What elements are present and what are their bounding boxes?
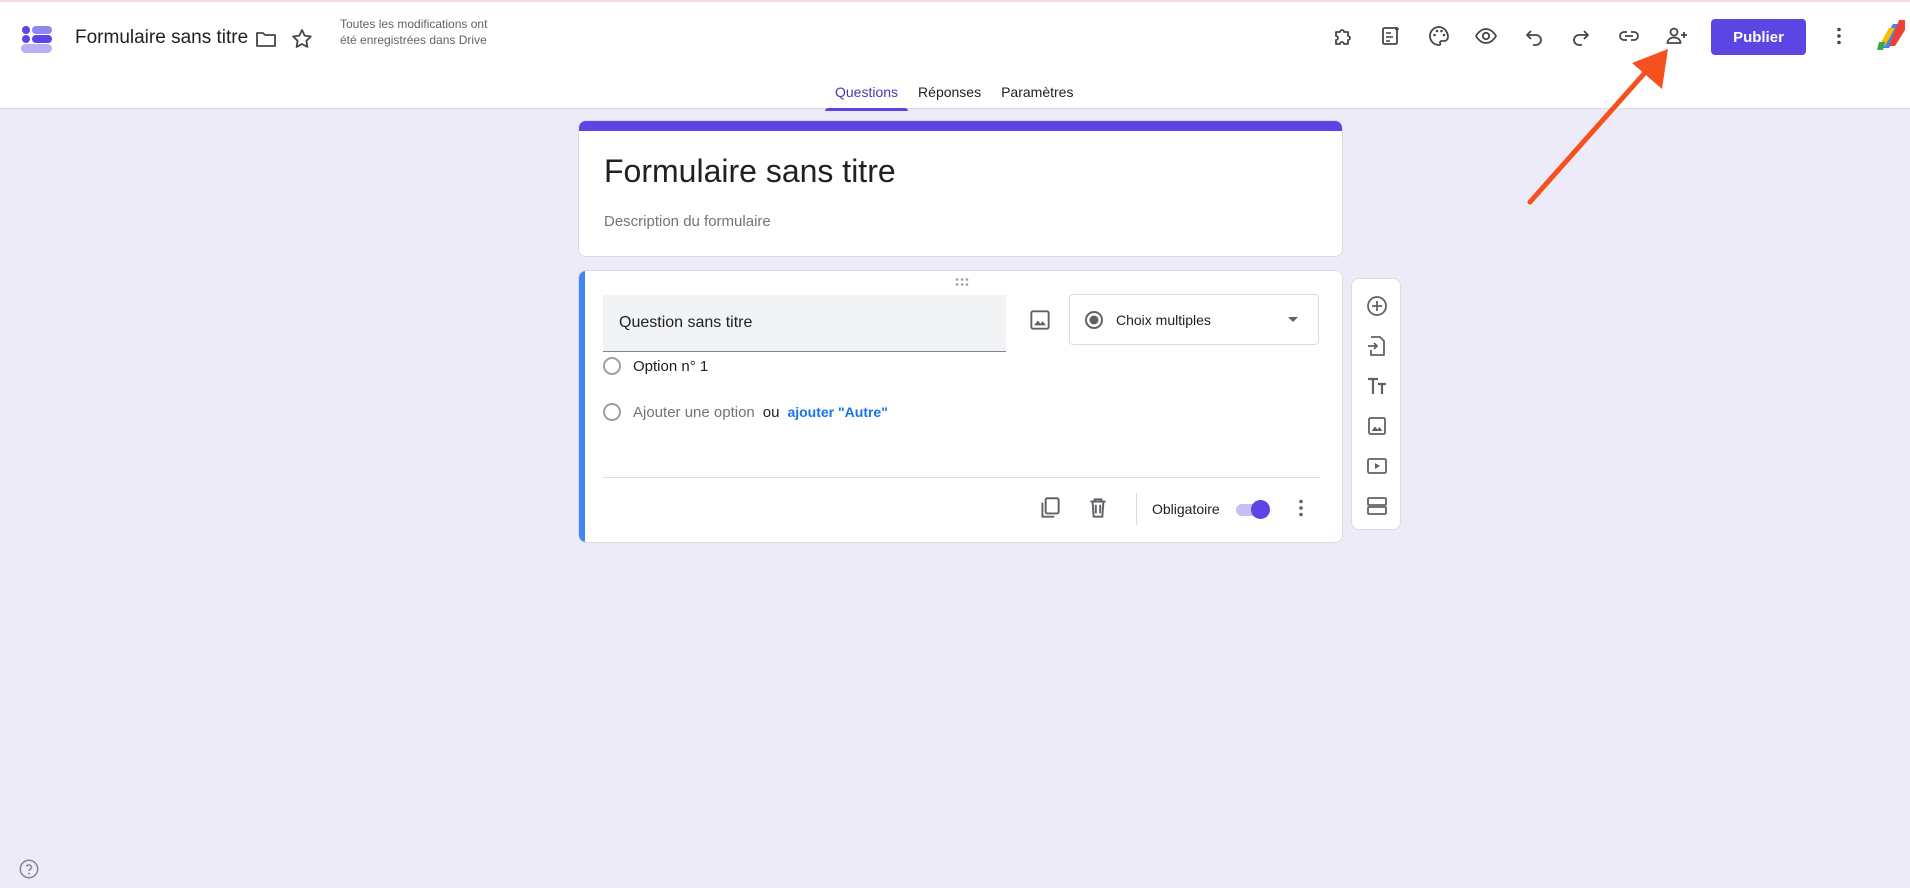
folder-icon[interactable] xyxy=(253,26,279,52)
radio-button xyxy=(603,403,621,421)
tab-responses[interactable]: Réponses xyxy=(908,80,991,111)
help-icon[interactable] xyxy=(18,858,40,880)
star-icon[interactable] xyxy=(289,26,315,52)
question-more-icon[interactable] xyxy=(1289,496,1313,520)
form-title[interactable]: Formulaire sans titre xyxy=(604,153,896,190)
tab-settings[interactable]: Paramètres xyxy=(991,80,1083,111)
required-toggle[interactable] xyxy=(1234,499,1270,519)
option-row[interactable]: Option n° 1 xyxy=(603,357,708,375)
duplicate-icon[interactable] xyxy=(1037,495,1063,521)
publish-button[interactable]: Publier xyxy=(1711,19,1806,55)
or-text: ou xyxy=(762,403,780,421)
tab-questions[interactable]: Questions xyxy=(825,80,909,111)
footer-vertical-divider xyxy=(1136,493,1137,525)
add-video-icon[interactable] xyxy=(1364,453,1390,479)
add-title-icon[interactable] xyxy=(1364,373,1390,399)
radio-button xyxy=(603,357,621,375)
annotation-arrow-icon xyxy=(1527,49,1668,205)
save-status: Toutes les modifications ont été enregis… xyxy=(340,17,488,47)
chevron-down-icon xyxy=(1288,317,1298,322)
more-vert-icon[interactable] xyxy=(1826,23,1852,49)
delete-icon[interactable] xyxy=(1085,495,1111,521)
quiz-sheet-icon[interactable] xyxy=(1378,23,1404,49)
question-card[interactable]: Question sans titre Choix multiples Opti… xyxy=(578,270,1343,543)
addons-icon[interactable] xyxy=(1331,23,1357,49)
add-section-icon[interactable] xyxy=(1364,493,1390,519)
apps-logo-icon[interactable] xyxy=(1875,20,1905,52)
radio-type-icon xyxy=(1085,310,1103,329)
question-type-dropdown[interactable]: Choix multiples xyxy=(1069,294,1319,345)
add-image-icon[interactable] xyxy=(1027,307,1053,333)
question-footer-divider xyxy=(603,477,1320,478)
add-other-link[interactable]: ajouter "Autre" xyxy=(787,404,887,420)
add-option-row: Ajouter une option ou ajouter "Autre" xyxy=(603,403,888,421)
side-toolbar xyxy=(1351,278,1401,530)
drag-handle-icon[interactable] xyxy=(954,277,970,287)
forms-logo-icon[interactable] xyxy=(20,22,54,56)
title-card-accent xyxy=(579,121,1342,131)
add-image-icon[interactable] xyxy=(1364,413,1390,439)
document-title[interactable]: Formulaire sans titre xyxy=(75,27,248,49)
add-option-link[interactable]: Ajouter une option xyxy=(633,404,755,421)
form-title-card[interactable]: Formulaire sans titre Description du for… xyxy=(578,120,1343,257)
palette-icon[interactable] xyxy=(1426,23,1452,49)
question-type-label: Choix multiples xyxy=(1116,311,1211,328)
option-label[interactable]: Option n° 1 xyxy=(633,358,708,375)
preview-eye-icon[interactable] xyxy=(1473,23,1499,49)
form-description-field[interactable]: Description du formulaire xyxy=(604,213,771,230)
add-question-icon[interactable] xyxy=(1364,293,1390,319)
required-label: Obligatoire xyxy=(1152,501,1220,517)
question-title-input[interactable]: Question sans titre xyxy=(603,295,1006,352)
active-question-indicator xyxy=(579,271,585,542)
import-questions-icon[interactable] xyxy=(1364,333,1390,359)
tab-bar: Questions Réponses Paramètres xyxy=(825,80,1083,111)
